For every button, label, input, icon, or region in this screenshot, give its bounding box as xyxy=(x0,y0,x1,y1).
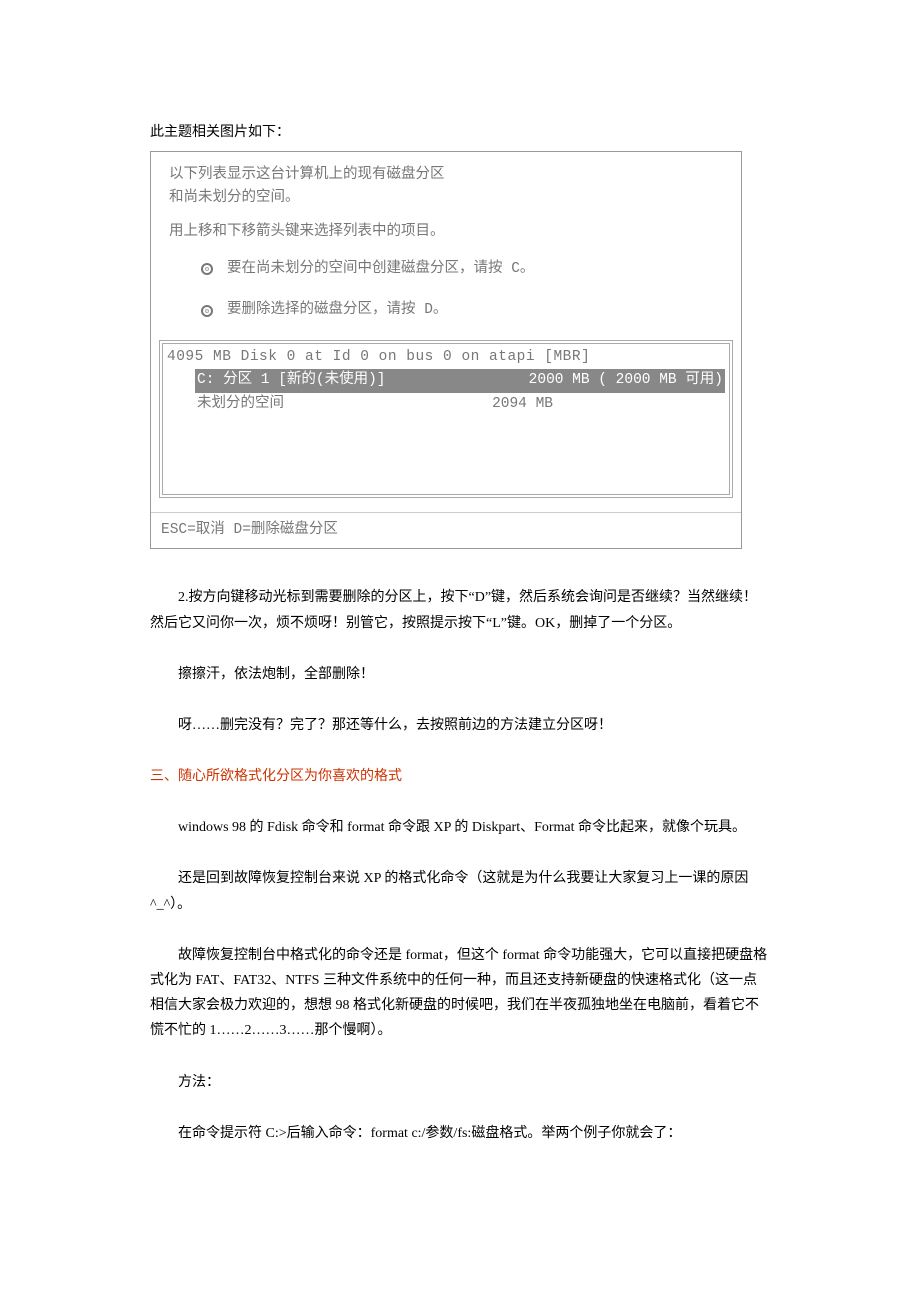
option-create: 要在尚未划分的空间中创建磁盘分区，请按 C。 xyxy=(169,258,723,281)
partition-free-size: 2094 MB xyxy=(492,393,723,416)
disk-header: 4095 MB Disk 0 at Id 0 on bus 0 on atapi… xyxy=(167,346,725,369)
paragraph-done: 呀……删完没有？完了？那还等什么，去按照前边的方法建立分区呀！ xyxy=(150,713,770,738)
intro-line-1: 以下列表显示这台计算机上的现有磁盘分区 xyxy=(169,164,723,187)
partition-selected: C: 分区 1 [新的(未使用)] 2000 MB ( 2000 MB 可用) xyxy=(195,369,725,392)
option-delete-label: 要删除选择的磁盘分区，请按 D。 xyxy=(227,299,447,322)
page: 此主题相关图片如下： 以下列表显示这台计算机上的现有磁盘分区 和尚未划分的空间。… xyxy=(0,0,920,1302)
paragraph-step2: 2.按方向键移动光标到需要删除的分区上，按下“D”键，然后系统会询问是否继续？当… xyxy=(150,585,770,635)
partition-selected-label: C: 分区 1 [新的(未使用)] xyxy=(197,369,386,392)
setup-footer: ESC=取消 D=删除磁盘分区 xyxy=(151,512,741,548)
paragraph-command-example: 在命令提示符 C:>后输入命令：format c:/参数/fs:磁盘格式。举两个… xyxy=(150,1121,770,1146)
intro-line-2: 和尚未划分的空间。 xyxy=(169,187,723,210)
paragraph-format-power: 故障恢复控制台中格式化的命令还是 format，但这个 format 命令功能强… xyxy=(150,943,770,1044)
disk-list-box: 4095 MB Disk 0 at Id 0 on bus 0 on atapi… xyxy=(159,340,733,498)
partition-free-label: 未划分的空间 xyxy=(197,393,284,416)
paragraph-compare: windows 98 的 Fdisk 命令和 format 命令跟 XP 的 D… xyxy=(150,815,770,840)
option-delete: 要删除选择的磁盘分区，请按 D。 xyxy=(169,299,723,322)
instruction: 用上移和下移箭头键来选择列表中的项目。 xyxy=(169,221,723,244)
partition-free: 未划分的空间 2094 MB xyxy=(195,393,725,416)
setup-screenshot: 以下列表显示这台计算机上的现有磁盘分区 和尚未划分的空间。 用上移和下移箭头键来… xyxy=(150,151,742,549)
option-create-label: 要在尚未划分的空间中创建磁盘分区，请按 C。 xyxy=(227,258,534,281)
paragraph-method-label: 方法： xyxy=(150,1070,770,1095)
paragraph-console: 还是回到故障恢复控制台来说 XP 的格式化命令（这就是为什么我要让大家复习上一课… xyxy=(150,866,770,916)
paragraph-wipe: 擦擦汗，依法炮制，全部删除！ xyxy=(150,662,770,687)
partition-selected-size: 2000 MB ( 2000 MB 可用) xyxy=(529,369,723,392)
bullet-icon xyxy=(201,305,213,317)
section-heading-format: 三、随心所欲格式化分区为你喜欢的格式 xyxy=(150,764,770,789)
bullet-icon xyxy=(201,263,213,275)
image-caption: 此主题相关图片如下： xyxy=(150,120,770,145)
